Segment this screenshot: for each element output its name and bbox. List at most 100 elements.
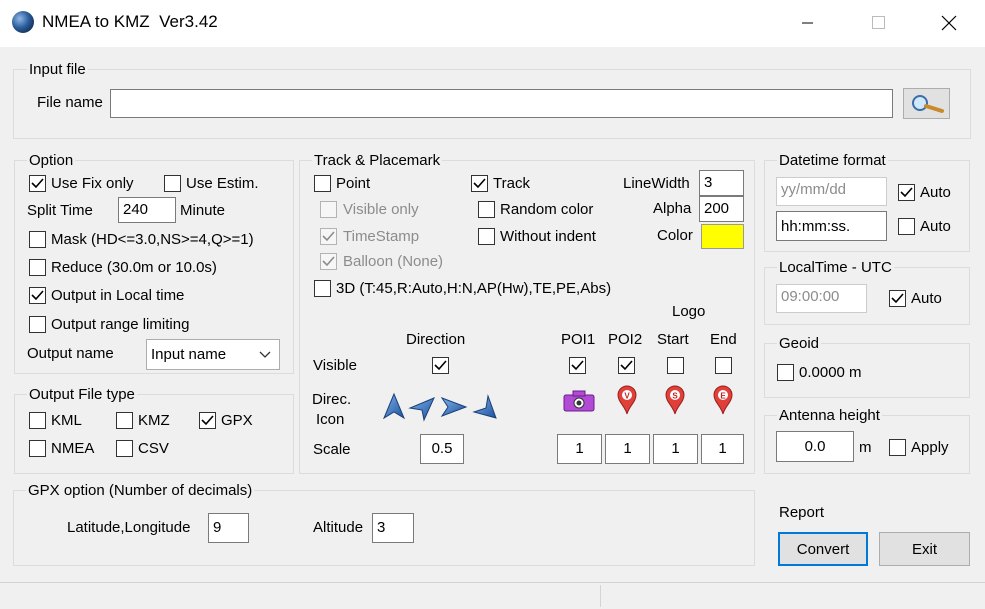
checkmark-icon — [322, 256, 335, 267]
checkmark-icon — [620, 360, 633, 371]
point-label: Point — [336, 175, 371, 192]
poi2-marker-icon[interactable]: V — [615, 384, 639, 416]
poi1-visible-checkbox[interactable] — [569, 357, 586, 374]
track-label: Track — [493, 175, 530, 192]
csv-checkbox[interactable] — [116, 440, 133, 457]
status-bar — [0, 582, 985, 609]
kmz-checkbox[interactable] — [116, 412, 133, 429]
poi2-marker-letter: V — [624, 392, 630, 401]
time-format-input[interactable]: hh:mm:ss. — [776, 211, 887, 241]
report-link[interactable]: Report — [779, 504, 824, 521]
use-estim-checkbox[interactable] — [164, 175, 181, 192]
output-range-checkbox[interactable] — [29, 316, 46, 333]
point-checkbox[interactable] — [314, 175, 331, 192]
close-button[interactable] — [926, 0, 972, 46]
start-marker-icon[interactable]: S — [663, 384, 687, 416]
csv-label: CSV — [138, 440, 169, 457]
use-estim-label: Use Estim. — [186, 175, 259, 192]
random-color-checkbox[interactable] — [478, 201, 495, 218]
split-time-input[interactable]: 240 — [118, 197, 176, 223]
3d-checkbox[interactable] — [314, 280, 331, 297]
exit-button[interactable]: Exit — [879, 532, 970, 566]
reduce-checkbox[interactable] — [29, 259, 46, 276]
end-visible-checkbox[interactable] — [715, 357, 732, 374]
kml-checkbox[interactable] — [29, 412, 46, 429]
latlon-decimals-input[interactable]: 9 — [208, 513, 249, 543]
title-bar: NMEA to KMZ Ver3.42 — [0, 0, 985, 47]
camera-icon[interactable] — [562, 389, 596, 413]
poi2-visible-checkbox[interactable] — [618, 357, 635, 374]
checkmark-icon — [434, 360, 447, 371]
browse-button[interactable] — [903, 88, 950, 119]
start-scale-input[interactable]: 1 — [653, 434, 698, 464]
scale-label: Scale — [313, 441, 351, 458]
altitude-label: Altitude — [313, 519, 364, 536]
mask-label: Mask (HD<=3.0,NS>=4,Q>=1) — [51, 231, 254, 248]
output-local-time-checkbox[interactable] — [29, 287, 46, 304]
track-placemark-legend: Track & Placemark — [312, 152, 443, 169]
use-fix-only-label: Use Fix only — [51, 175, 134, 192]
localtime-input[interactable]: 09:00:00 — [776, 284, 867, 313]
direction-visible-checkbox[interactable] — [432, 357, 449, 374]
checkmark-icon — [891, 293, 904, 304]
antenna-legend: Antenna height — [777, 407, 882, 424]
minimize-button[interactable] — [785, 0, 831, 46]
checkmark-icon — [322, 231, 335, 242]
kml-label: KML — [51, 412, 82, 429]
visible-only-checkbox[interactable] — [320, 201, 337, 218]
icon-label: Icon — [316, 411, 345, 428]
track-checkbox[interactable] — [471, 175, 488, 192]
kmz-label: KMZ — [138, 412, 170, 429]
nmea-checkbox[interactable] — [29, 440, 46, 457]
window-title: NMEA to KMZ Ver3.42 — [42, 12, 218, 31]
poi2-scale-input[interactable]: 1 — [605, 434, 650, 464]
input-file-legend: Input file — [27, 61, 88, 78]
direction-label: Direction — [406, 331, 466, 348]
color-swatch[interactable] — [701, 224, 744, 249]
checkmark-icon — [900, 187, 913, 198]
alpha-input[interactable]: 200 — [699, 196, 744, 222]
output-range-label: Output range limiting — [51, 316, 190, 333]
gpx-checkbox[interactable] — [199, 412, 216, 429]
localtime-auto-label: Auto — [911, 290, 942, 307]
direction-arrows-icon[interactable] — [380, 392, 502, 422]
alpha-label: Alpha — [653, 200, 692, 217]
logo-label: Logo — [672, 303, 706, 320]
date-format-input[interactable]: yy/mm/dd — [776, 177, 887, 206]
time-auto-checkbox[interactable] — [898, 218, 915, 235]
3d-label: 3D (T:45,R:Auto,H:N,AP(Hw),TE,PE,Abs) — [336, 280, 612, 297]
without-indent-checkbox[interactable] — [478, 228, 495, 245]
output-local-time-label: Output in Local time — [51, 287, 185, 304]
output-name-label: Output name — [27, 345, 114, 362]
end-scale-input[interactable]: 1 — [701, 434, 744, 464]
use-fix-only-checkbox[interactable] — [29, 175, 46, 192]
globe-icon — [12, 11, 34, 33]
antenna-apply-checkbox[interactable] — [889, 439, 906, 456]
convert-button[interactable]: Convert — [778, 532, 868, 566]
linewidth-input[interactable]: 3 — [699, 170, 744, 196]
direction-scale-input[interactable]: 0.5 — [420, 434, 464, 464]
output-name-select[interactable]: Input name — [146, 339, 280, 370]
poi2-label: POI2 — [608, 331, 643, 348]
antenna-height-input[interactable]: 0.0 — [776, 431, 854, 462]
altitude-decimals-input[interactable]: 3 — [372, 513, 414, 543]
color-label: Color — [657, 227, 693, 244]
poi1-scale-input[interactable]: 1 — [557, 434, 602, 464]
maximize-button[interactable] — [856, 0, 902, 46]
date-auto-checkbox[interactable] — [898, 184, 915, 201]
start-visible-checkbox[interactable] — [667, 357, 684, 374]
localtime-auto-checkbox[interactable] — [889, 290, 906, 307]
without-indent-label: Without indent — [500, 228, 596, 245]
geoid-checkbox[interactable] — [777, 364, 794, 381]
timestamp-checkbox[interactable] — [320, 228, 337, 245]
file-name-input[interactable] — [110, 89, 893, 118]
output-name-value: Input name — [151, 346, 227, 363]
balloon-label: Balloon (None) — [343, 253, 444, 270]
balloon-checkbox[interactable] — [320, 253, 337, 270]
end-marker-icon[interactable]: E — [711, 384, 735, 416]
checkmark-icon — [571, 360, 584, 371]
visible-only-label: Visible only — [343, 201, 419, 218]
latlon-label: Latitude,Longitude — [67, 519, 191, 536]
mask-checkbox[interactable] — [29, 231, 46, 248]
minimize-icon — [802, 22, 813, 24]
